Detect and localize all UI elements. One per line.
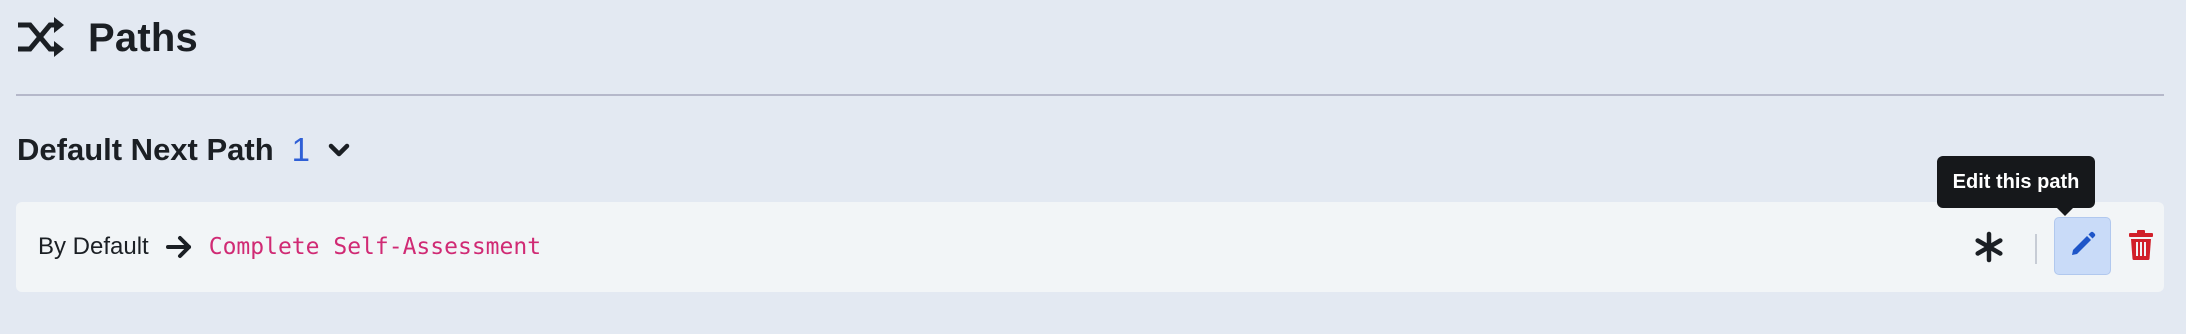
chevron-down-icon[interactable] [326, 137, 352, 163]
edit-path-button[interactable] [2054, 217, 2111, 275]
action-divider [2035, 234, 2037, 264]
path-row: By Default Complete Self-Assessment [38, 202, 541, 292]
edit-tooltip: Edit this path [1937, 156, 2095, 208]
delete-path-button[interactable] [2124, 229, 2158, 265]
path-target[interactable]: Complete Self-Assessment [209, 234, 541, 260]
shuffle-icon [18, 14, 66, 62]
asterisk-icon [1966, 224, 2012, 270]
page-header: Paths [18, 10, 198, 66]
default-next-path-toggle[interactable]: Default Next Path 1 [17, 128, 352, 172]
path-condition: By Default [38, 233, 149, 260]
section-label: Default Next Path [17, 132, 274, 167]
arrow-right-icon [165, 233, 193, 261]
pencil-icon [2069, 230, 2097, 263]
tooltip-arrow [2055, 206, 2075, 216]
trash-icon [2128, 229, 2154, 266]
path-card: By Default Complete Self-Assessment [16, 202, 2164, 292]
path-count: 1 [291, 131, 311, 168]
header-divider [16, 94, 2164, 96]
page-title: Paths [88, 16, 198, 60]
